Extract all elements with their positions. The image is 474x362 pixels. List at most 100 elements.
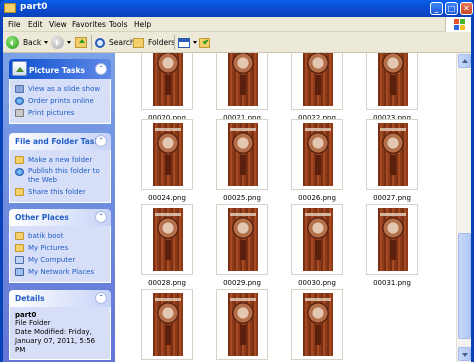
folder-icon: [15, 232, 24, 240]
printer-icon: [15, 109, 24, 117]
thumbnail-image: [153, 208, 183, 271]
thumbnail-frame: [141, 119, 193, 190]
windows-logo-icon: [445, 17, 471, 32]
task-order-prints[interactable]: Order prints online: [15, 95, 105, 107]
thumbnail-image: [303, 53, 333, 106]
search-label: Search: [109, 38, 135, 47]
menu-view[interactable]: View: [49, 20, 67, 29]
place-label: My Network Places: [28, 268, 95, 276]
thumbnail-image: [153, 53, 183, 106]
chevron-down-icon: [44, 41, 49, 44]
task-label: Make a new folder: [28, 156, 93, 164]
file-folder-tasks-header[interactable]: File and Folder Tasks ⌃: [9, 133, 111, 150]
task-label: View as a slide show: [28, 85, 101, 93]
thumbnail-frame: [366, 204, 418, 275]
thumbnail-frame: [216, 53, 268, 110]
new-folder-icon: [15, 156, 24, 164]
file-folder-tasks-panel: File and Folder Tasks ⌃ Make a new folde…: [9, 133, 111, 203]
task-slide-show[interactable]: View as a slide show: [15, 83, 105, 95]
file-name: 00025.png: [223, 194, 261, 202]
thumbnail-image: [303, 293, 333, 356]
details-type: File Folder: [15, 319, 51, 327]
thumbnail-frame: [141, 204, 193, 275]
details-body: part0 File Folder Date Modified: Friday,…: [9, 307, 111, 360]
folders-label: Folders: [148, 38, 176, 47]
toolbar: Back Search Folders: [3, 32, 471, 53]
thumbnail-frame: [291, 53, 343, 110]
scroll-up-button[interactable]: [458, 54, 471, 68]
task-label: Print pictures: [28, 109, 75, 117]
collapse-chevron-icon[interactable]: ⌃: [95, 135, 107, 147]
forward-button[interactable]: [51, 35, 71, 50]
globe-icon: [15, 168, 24, 176]
details-name: part0: [15, 311, 37, 319]
minimize-button[interactable]: _: [430, 2, 443, 15]
thumbnail-image: [228, 53, 258, 106]
thumbnail-image: [378, 123, 408, 186]
thumbnail-image: [303, 123, 333, 186]
thumbnail-frame: [216, 204, 268, 275]
thumbnail-image: [303, 208, 333, 271]
file-name: 00024.png: [148, 194, 186, 202]
menu-bar: File Edit View Favorites Tools Help: [3, 17, 471, 32]
task-print-pictures[interactable]: Print pictures: [15, 107, 105, 119]
picture-tasks-title: Picture Tasks: [29, 66, 85, 75]
collapse-chevron-icon[interactable]: ⌃: [95, 211, 107, 223]
place-my-computer[interactable]: My Computer: [15, 254, 105, 266]
other-places-body: batik boot My Pictures My Computer My Ne…: [9, 226, 111, 283]
computer-icon: [15, 256, 24, 264]
thumbnail-frame: [366, 53, 418, 110]
vertical-scrollbar[interactable]: [456, 53, 471, 362]
collapse-chevron-icon[interactable]: ⌃: [95, 63, 107, 75]
thumbnail-image: [153, 123, 183, 186]
close-button[interactable]: ✕: [460, 2, 473, 15]
up-folder-button[interactable]: [75, 35, 87, 50]
forward-arrow-icon: [51, 36, 64, 49]
scroll-down-button[interactable]: [458, 347, 471, 361]
folder-options-button[interactable]: [199, 35, 210, 50]
picture-icon: [12, 61, 27, 76]
thumbnail-image: [228, 123, 258, 186]
menu-file[interactable]: File: [8, 20, 21, 29]
file-name: 00030.png: [298, 279, 336, 287]
picture-tasks-panel: Picture Tasks ⌃ View as a slide show Ord…: [9, 59, 111, 124]
task-share-folder[interactable]: Share this folder: [15, 186, 105, 198]
views-button[interactable]: [178, 35, 197, 50]
place-batik-boot[interactable]: batik boot: [15, 230, 105, 242]
window-title: part0: [20, 2, 48, 12]
file-name: 00028.png: [148, 279, 186, 287]
thumbnail-frame: [291, 204, 343, 275]
other-places-title: Other Places: [15, 213, 69, 222]
back-button[interactable]: Back: [6, 35, 49, 50]
picture-tasks-header[interactable]: Picture Tasks ⌃: [9, 59, 111, 79]
menu-favorites[interactable]: Favorites: [72, 20, 106, 29]
menu-tools[interactable]: Tools: [109, 20, 127, 29]
details-header[interactable]: Details ⌃: [9, 290, 111, 307]
maximize-button[interactable]: □: [445, 2, 458, 15]
menu-help[interactable]: Help: [134, 20, 151, 29]
details-panel: Details ⌃ part0 File Folder Date Modifie…: [9, 290, 111, 360]
place-my-network[interactable]: My Network Places: [15, 266, 105, 278]
network-icon: [15, 268, 24, 276]
my-pictures-icon: [15, 244, 24, 252]
thumbnail-frame: [291, 119, 343, 190]
chevron-down-icon: [67, 41, 71, 44]
scrollbar-thumb[interactable]: [458, 233, 471, 339]
folders-button[interactable]: Folders: [133, 35, 175, 50]
task-publish-web[interactable]: Publish this folder to the Web: [15, 166, 105, 186]
place-my-pictures[interactable]: My Pictures: [15, 242, 105, 254]
slideshow-icon: [15, 85, 24, 93]
task-label: Share this folder: [28, 188, 86, 196]
details-title: Details: [15, 294, 45, 303]
thumbnail-image: [228, 208, 258, 271]
task-label: Order prints online: [28, 97, 94, 105]
search-button[interactable]: Search: [95, 35, 135, 50]
thumbnail-frame: [291, 289, 343, 360]
task-pane: Picture Tasks ⌃ View as a slide show Ord…: [3, 53, 115, 362]
collapse-chevron-icon[interactable]: ⌃: [95, 292, 107, 304]
views-icon: [178, 37, 190, 48]
task-make-folder[interactable]: Make a new folder: [15, 154, 105, 166]
menu-edit[interactable]: Edit: [28, 20, 43, 29]
up-folder-icon: [75, 37, 87, 48]
other-places-header[interactable]: Other Places ⌃: [9, 209, 111, 226]
